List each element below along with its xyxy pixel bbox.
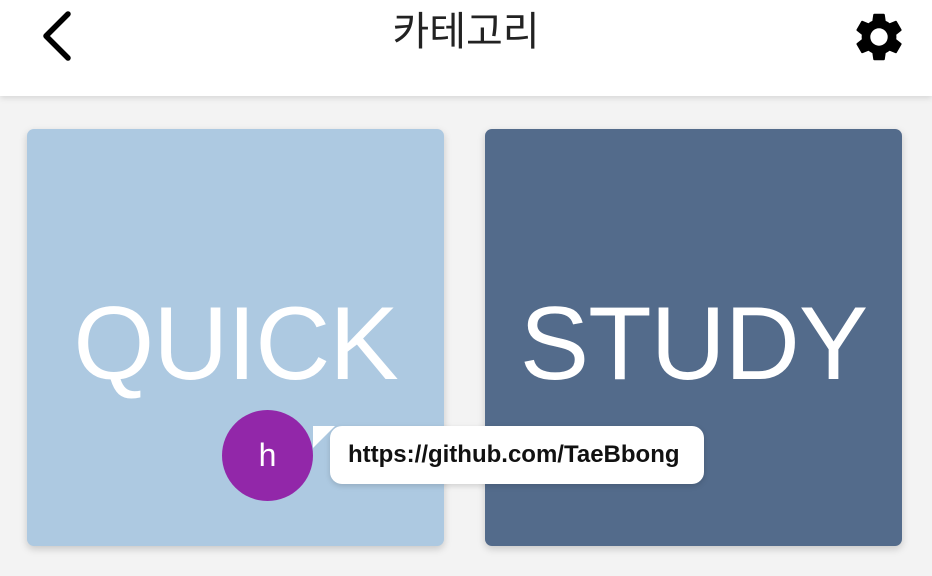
link-bubble[interactable]: https://github.com/TaeBbong (330, 426, 704, 484)
bubble-tail (313, 426, 335, 448)
back-button[interactable] (30, 8, 86, 64)
link-bubble-text: https://github.com/TaeBbong (348, 441, 680, 468)
settings-button[interactable] (850, 8, 908, 66)
app-bar: 카테고리 (0, 0, 932, 96)
study-card-label: STUDY (519, 286, 868, 402)
avatar[interactable]: h (222, 410, 313, 501)
gear-icon (856, 13, 902, 61)
quick-card-label: QUICK (73, 286, 398, 402)
chevron-left-icon (43, 11, 71, 61)
page-title: 카테고리 (392, 9, 540, 55)
